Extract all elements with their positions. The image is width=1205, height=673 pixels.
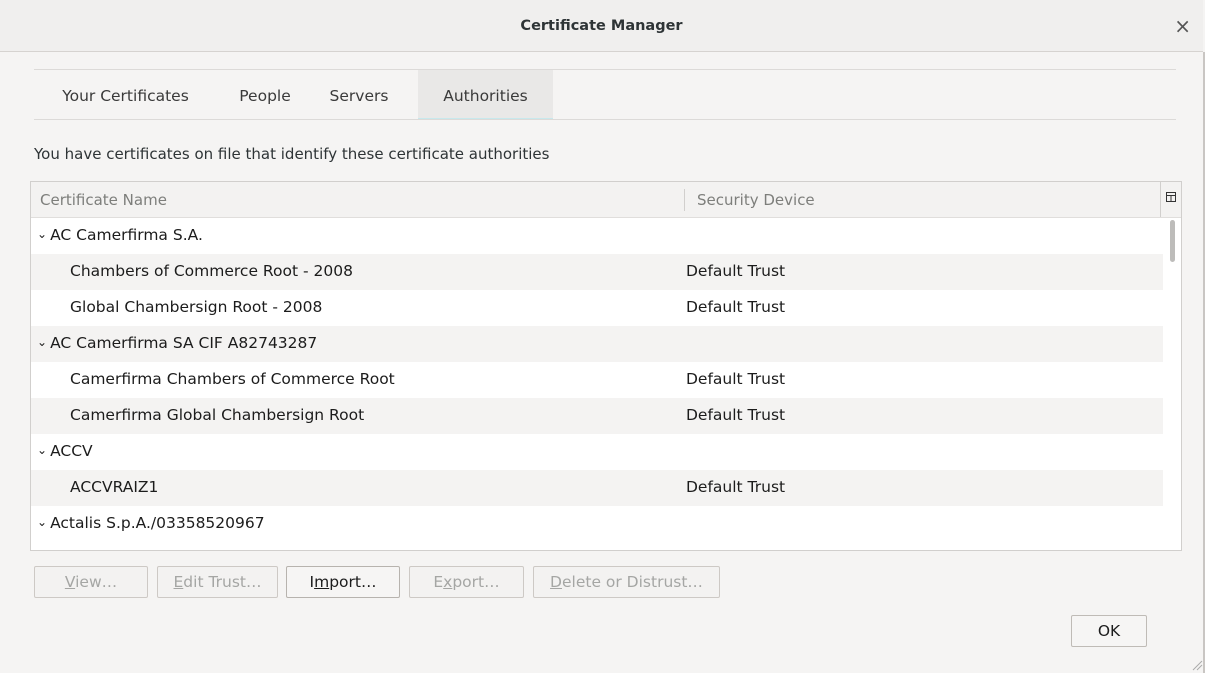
certificate-name: Global Chambersign Root - 2008 xyxy=(70,290,322,325)
certificate-name-text: AC Camerfirma SA CIF A82743287 xyxy=(50,334,318,352)
tree-group-row[interactable]: ⌄ AC Camerfirma SA CIF A82743287 xyxy=(31,326,1163,362)
tree-row[interactable]: ACCVRAIZ1 Default Trust xyxy=(31,470,1163,506)
certificate-tree[interactable]: Certificate Name Security Device ⌄ AC Cam… xyxy=(30,181,1182,551)
certificate-name: Chambers of Commerce Root - 2008 xyxy=(70,254,353,289)
certificate-name: Camerfirma Global Chambersign Root xyxy=(70,398,364,433)
certificate-name: ⌄ AC Camerfirma S.A. xyxy=(37,218,203,254)
column-picker-icon[interactable] xyxy=(1160,182,1181,217)
tree-group-row[interactable]: ⌄ AC Camerfirma S.A. xyxy=(31,218,1163,254)
description-text: You have certificates on file that ident… xyxy=(34,145,550,163)
title-bar: Certificate Manager × xyxy=(0,0,1203,52)
resize-grip-icon[interactable] xyxy=(1189,657,1203,671)
certificate-name: ⌄ AC Camerfirma SA CIF A82743287 xyxy=(37,326,317,362)
security-device: Default Trust xyxy=(686,406,786,424)
chevron-down-icon[interactable]: ⌄ xyxy=(37,217,47,252)
delete-or-distrust-button[interactable]: Delete or Distrust… xyxy=(533,566,720,598)
tab-people[interactable]: People xyxy=(221,70,309,119)
tree-row[interactable]: Camerfirma Chambers of Commerce Root Defa… xyxy=(31,362,1163,398)
certificate-name-text: Actalis S.p.A./03358520967 xyxy=(50,514,265,532)
certificate-name: ACCVRAIZ1 xyxy=(70,470,158,505)
close-icon[interactable]: × xyxy=(1174,0,1191,52)
tree-row[interactable]: Camerfirma Global Chambersign Root Defaul… xyxy=(31,398,1163,434)
view-button[interactable]: View… xyxy=(34,566,148,598)
tab-your-certificates[interactable]: Your Certificates xyxy=(42,70,209,119)
security-device: Default Trust xyxy=(686,262,786,280)
tree-group-row[interactable]: ⌄ Actalis S.p.A./03358520967 xyxy=(31,506,1163,542)
certificate-name-text: Global Chambersign Root - 2008 xyxy=(70,298,323,316)
certificate-name-text: ACCVRAIZ1 xyxy=(70,478,159,496)
column-header-security-device[interactable]: Security Device xyxy=(697,182,815,218)
tree-header: Certificate Name Security Device xyxy=(31,182,1181,218)
chevron-down-icon[interactable]: ⌄ xyxy=(37,505,47,540)
tabs-bottom-divider xyxy=(34,119,1176,120)
tree-rows: ⌄ AC Camerfirma S.A. Chambers of Commerce … xyxy=(31,218,1163,542)
certificate-name-text: Chambers of Commerce Root - 2008 xyxy=(70,262,353,280)
tree-row[interactable]: Chambers of Commerce Root - 2008 Default … xyxy=(31,254,1163,290)
security-device: Default Trust xyxy=(686,370,786,388)
certificate-name: ⌄ ACCV xyxy=(37,434,93,470)
certificate-name-text: Camerfirma Chambers of Commerce Root xyxy=(70,370,395,388)
export-button[interactable]: Export… xyxy=(409,566,524,598)
certificate-name-text: ACCV xyxy=(50,442,93,460)
import-button[interactable]: Import… xyxy=(286,566,400,598)
window-title: Certificate Manager xyxy=(520,18,683,34)
tree-row[interactable]: Global Chambersign Root - 2008 Default Tr… xyxy=(31,290,1163,326)
chevron-down-icon[interactable]: ⌄ xyxy=(37,325,47,360)
tree-group-row[interactable]: ⌄ ACCV xyxy=(31,434,1163,470)
scrollbar-thumb[interactable] xyxy=(1170,220,1175,262)
security-device: Default Trust xyxy=(686,298,786,316)
column-separator[interactable] xyxy=(684,189,685,211)
certificate-name: ⌄ Actalis S.p.A./03358520967 xyxy=(37,506,265,542)
security-device: Default Trust xyxy=(686,478,786,496)
column-header-certificate-name[interactable]: Certificate Name xyxy=(40,182,167,218)
ok-button[interactable]: OK xyxy=(1071,615,1147,647)
tab-authorities[interactable]: Authorities xyxy=(418,70,553,120)
certificate-name: Camerfirma Chambers of Commerce Root xyxy=(70,362,395,397)
chevron-down-icon[interactable]: ⌄ xyxy=(37,433,47,468)
edit-trust-button[interactable]: Edit Trust… xyxy=(157,566,278,598)
certificate-name-text: AC Camerfirma S.A. xyxy=(50,226,203,244)
certificate-name-text: Camerfirma Global Chambersign Root xyxy=(70,406,365,424)
tab-servers[interactable]: Servers xyxy=(308,70,410,119)
